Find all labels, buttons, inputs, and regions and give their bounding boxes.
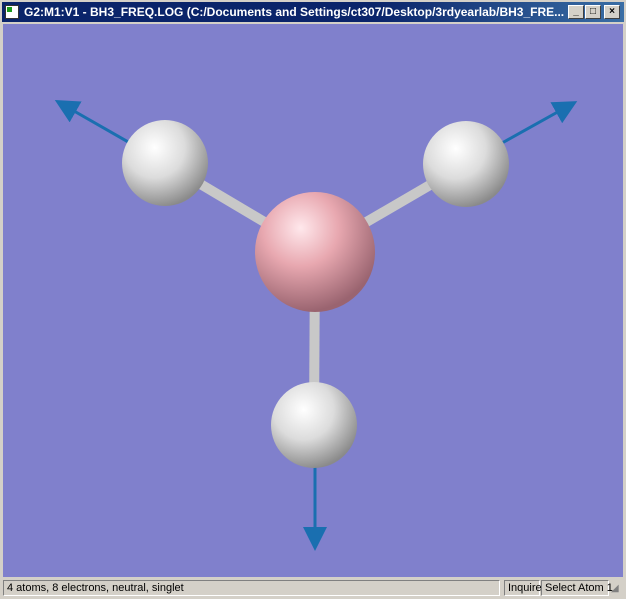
minimize-button[interactable]: _ <box>568 5 584 19</box>
vector-h1 <box>54 100 131 145</box>
title-bar[interactable]: G2:M1:V1 - BH3_FREQ.LOG (C:/Documents an… <box>2 2 624 22</box>
status-bar: 4 atoms, 8 electrons, neutral, singlet I… <box>0 578 626 599</box>
atom-h-1[interactable] <box>122 120 208 206</box>
close-button[interactable]: × <box>604 5 620 19</box>
gaussview-window: G2:M1:V1 - BH3_FREQ.LOG (C:/Documents an… <box>0 0 626 599</box>
maximize-button[interactable]: □ <box>585 5 601 19</box>
atom-h-2[interactable] <box>423 121 509 207</box>
atom-h-3[interactable] <box>271 382 357 468</box>
action-panel: Select Atom 1 <box>541 580 613 596</box>
molecule-viewport[interactable] <box>3 24 623 577</box>
molecule-render[interactable] <box>3 24 623 577</box>
molecule-info: 4 atoms, 8 electrons, neutral, singlet <box>3 580 500 596</box>
app-icon[interactable] <box>5 5 19 19</box>
vector-h2 <box>501 101 578 145</box>
window-title: G2:M1:V1 - BH3_FREQ.LOG (C:/Documents an… <box>24 5 565 19</box>
atom-b[interactable] <box>255 192 375 312</box>
resize-grip-icon[interactable]: ◢ <box>611 583 619 594</box>
mode-panel: Inquire <box>504 580 542 596</box>
